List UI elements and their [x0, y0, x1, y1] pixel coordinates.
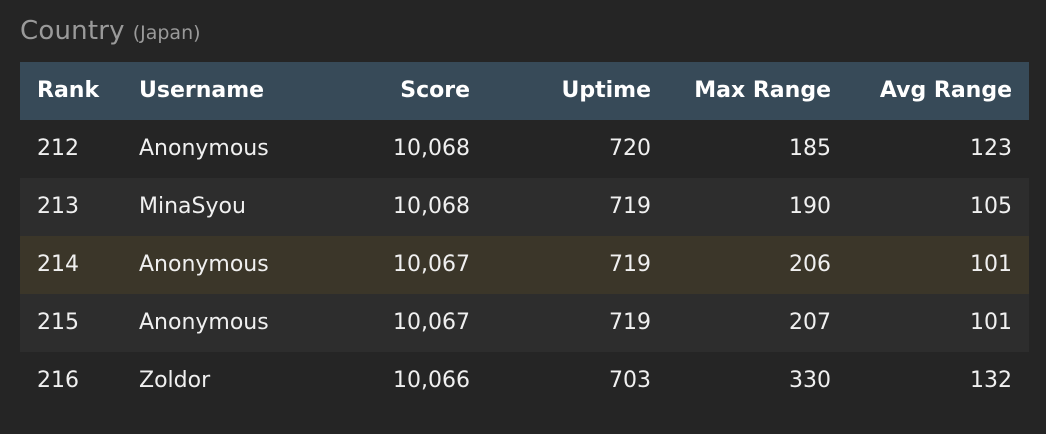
score-cell: 10,066 [393, 368, 470, 393]
table-row: 212 Anonymous 10,068 720 185 123 [20, 120, 1029, 178]
avg-range-cell: 132 [970, 368, 1012, 393]
column-header-uptime[interactable]: Uptime [561, 62, 651, 120]
avg-range-cell: 101 [970, 310, 1012, 335]
max-range-cell: 207 [789, 310, 831, 335]
table-header-row: Rank Username Score Uptime Max Range Avg… [20, 62, 1029, 120]
section-title: Country [20, 16, 125, 46]
section-heading: Country (Japan) [20, 16, 201, 48]
avg-range-cell: 101 [970, 252, 1012, 277]
score-cell: 10,068 [393, 136, 470, 161]
max-range-cell: 330 [789, 368, 831, 393]
leaderboard-table: Rank Username Score Uptime Max Range Avg… [20, 62, 1029, 410]
uptime-cell: 720 [609, 136, 651, 161]
max-range-cell: 190 [789, 194, 831, 219]
max-range-cell: 206 [789, 252, 831, 277]
uptime-cell: 703 [609, 368, 651, 393]
avg-range-cell: 123 [970, 136, 1012, 161]
score-cell: 10,067 [393, 310, 470, 335]
score-cell: 10,067 [393, 252, 470, 277]
column-header-username[interactable]: Username [139, 62, 264, 120]
leaderboard-panel: Country (Japan) Rank Username Score Upti… [0, 0, 1046, 434]
table-row-highlighted: 214 Anonymous 10,067 719 206 101 [20, 236, 1029, 294]
table-row: 216 Zoldor 10,066 703 330 132 [20, 352, 1029, 410]
rank-cell: 212 [37, 136, 79, 161]
table-row: 213 MinaSyou 10,068 719 190 105 [20, 178, 1029, 236]
username-cell: Anonymous [139, 252, 269, 277]
column-header-score[interactable]: Score [400, 62, 470, 120]
avg-range-cell: 105 [970, 194, 1012, 219]
column-header-max-range[interactable]: Max Range [694, 62, 831, 120]
username-cell: Anonymous [139, 136, 269, 161]
uptime-cell: 719 [609, 194, 651, 219]
uptime-cell: 719 [609, 310, 651, 335]
username-cell: Zoldor [139, 368, 211, 393]
score-cell: 10,068 [393, 194, 470, 219]
username-cell: Anonymous [139, 310, 269, 335]
rank-cell: 214 [37, 252, 79, 277]
column-header-rank[interactable]: Rank [37, 62, 99, 120]
table-row: 215 Anonymous 10,067 719 207 101 [20, 294, 1029, 352]
section-subtitle: (Japan) [132, 22, 201, 44]
uptime-cell: 719 [609, 252, 651, 277]
max-range-cell: 185 [789, 136, 831, 161]
rank-cell: 215 [37, 310, 79, 335]
column-header-avg-range[interactable]: Avg Range [880, 62, 1012, 120]
username-cell: MinaSyou [139, 194, 246, 219]
rank-cell: 213 [37, 194, 79, 219]
rank-cell: 216 [37, 368, 79, 393]
